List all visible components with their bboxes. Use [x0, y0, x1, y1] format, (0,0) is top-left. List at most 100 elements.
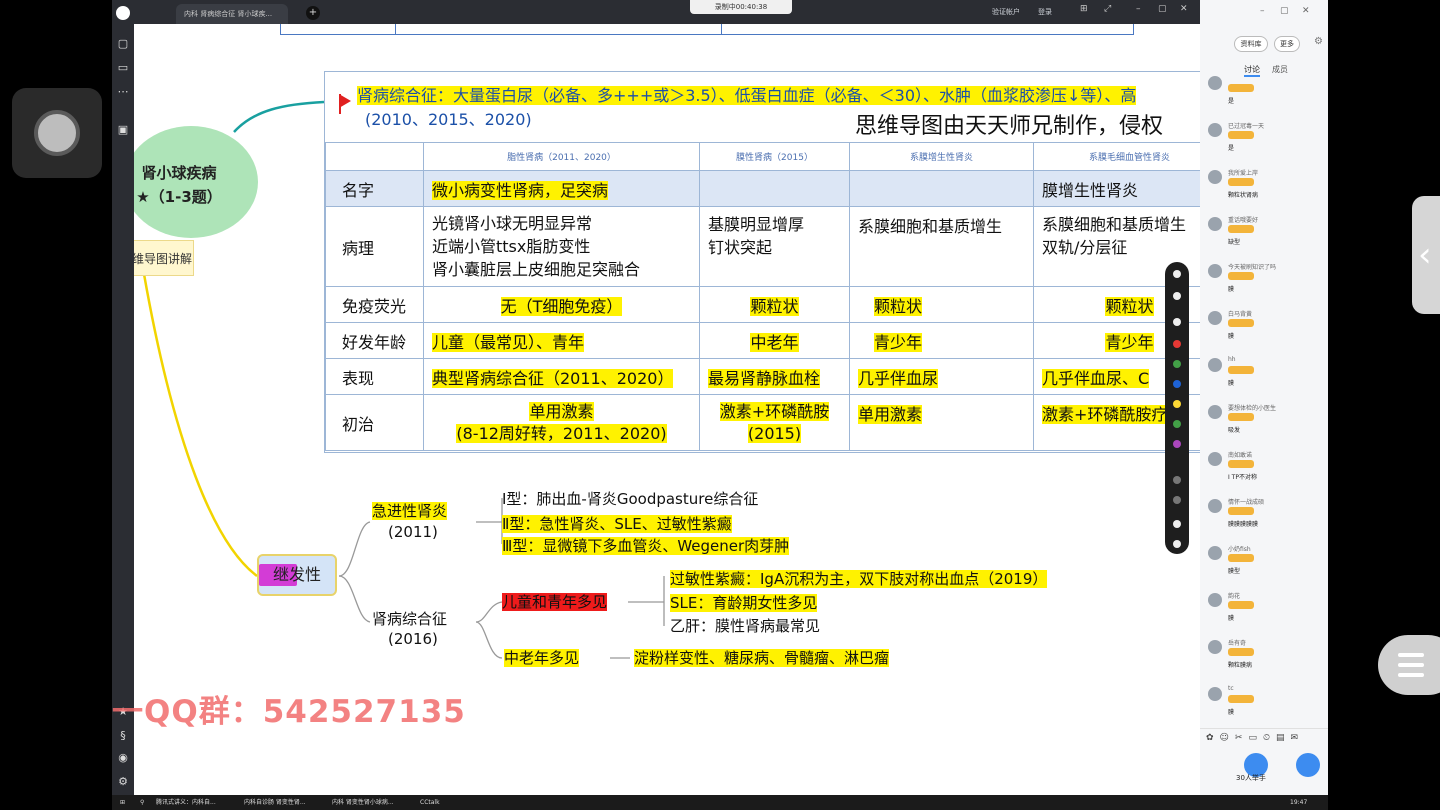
- mindmap-explain-node[interactable]: 维导图讲解: [134, 240, 194, 276]
- more-button[interactable]: 更多: [1274, 36, 1300, 52]
- table-cell: 基膜明显增厚 钉状突起: [699, 206, 850, 287]
- settings-icon[interactable]: ⚙: [117, 776, 129, 788]
- chat-panel: – ▢ ✕ 资料库 更多 ⚙ 讨论 成员 是已过冠毒一天是我所爱上岸 颗粒状肾病重…: [1200, 0, 1328, 795]
- floating-capture-button[interactable]: [12, 88, 102, 178]
- rpgn-label: 急进性肾炎: [372, 502, 448, 520]
- main-node-subtitle: ★（1-3题）: [136, 188, 222, 206]
- more-icon[interactable]: ⋯: [117, 86, 129, 98]
- credit-watermark: 思维导图由天天师兄制作，侵权: [855, 114, 1164, 139]
- minimize-icon[interactable]: –: [1136, 4, 1141, 14]
- avatar[interactable]: [1208, 217, 1222, 231]
- pen-blue-icon[interactable]: [1173, 380, 1181, 388]
- table-cell: 儿童（最常见）、青年: [423, 322, 700, 359]
- new-tab-button[interactable]: +: [306, 6, 320, 20]
- avatar[interactable]: [1208, 405, 1222, 419]
- table-row: 好发年龄 儿童（最常见）、青年 中老年 青少年 青少年: [325, 322, 1200, 359]
- secondary-node[interactable]: 继发性: [257, 554, 337, 596]
- avatar[interactable]: [1208, 593, 1222, 607]
- library-button[interactable]: 资料库: [1234, 36, 1268, 52]
- avatar[interactable]: [1208, 687, 1222, 701]
- taskbar-item[interactable]: 腾讯式讲义：内科自...: [156, 796, 238, 809]
- chat-text: 膜: [1228, 286, 1235, 293]
- start-icon[interactable]: ⊞: [120, 796, 130, 809]
- eraser-icon[interactable]: [1173, 476, 1181, 484]
- chat-username: 白马背黄: [1228, 311, 1253, 318]
- level-badge: [1228, 695, 1254, 703]
- chat-text: 膜膜膜膜膜: [1228, 521, 1259, 528]
- pen-yellow-icon[interactable]: [1173, 400, 1181, 408]
- level-badge: [1228, 178, 1254, 186]
- middle-aged-label: 中老年多见: [504, 649, 580, 667]
- avatar[interactable]: [1208, 123, 1222, 137]
- flag-icon: [339, 94, 351, 108]
- table-cell: 中老年: [699, 322, 850, 359]
- avatar[interactable]: [1208, 311, 1222, 325]
- table-cell: 几乎伴血尿: [849, 358, 1034, 395]
- collapse-icon[interactable]: [1173, 540, 1181, 548]
- chat-minimize-icon[interactable]: –: [1260, 6, 1265, 16]
- chat-maximize-icon[interactable]: ▢: [1280, 6, 1289, 16]
- chat-tools-icons[interactable]: ✿☺✂▭⏲▤✉: [1206, 733, 1304, 743]
- chat-settings-icon[interactable]: ⚙: [1314, 36, 1323, 47]
- table-cell: [699, 170, 850, 207]
- page-icon[interactable]: ▣: [117, 124, 129, 136]
- chat-message: 情怀一战成硕 膜膜膜膜膜: [1204, 497, 1324, 537]
- table-row: 免疫荧光 无（T细胞免疫） 颗粒状 颗粒状 颗粒状: [325, 286, 1200, 323]
- table-cell: [849, 170, 1034, 207]
- chat-username: hh: [1228, 356, 1236, 363]
- undo-icon[interactable]: [1173, 496, 1181, 504]
- children-youth-label: 儿童和青年多见: [502, 593, 608, 611]
- avatar[interactable]: [1208, 76, 1222, 90]
- pen-purple-icon[interactable]: [1173, 440, 1181, 448]
- table-row: 表现 典型肾病综合征（2011、2020） 最易肾静脉血栓 几乎伴血尿 几乎伴血…: [325, 358, 1200, 395]
- pointer-icon[interactable]: [1173, 270, 1181, 278]
- chat-text: I TP不对称: [1228, 474, 1257, 481]
- link-icon[interactable]: §: [117, 730, 129, 742]
- pen-green2-icon[interactable]: [1173, 420, 1181, 428]
- expand-icon[interactable]: ⤢: [1104, 4, 1111, 14]
- chat-username: 小奶fish: [1228, 546, 1251, 553]
- screen-icon[interactable]: ▭: [117, 62, 129, 74]
- chat-message: 我所爱上岸 颗粒状肾病: [1204, 168, 1324, 208]
- pen-red-icon[interactable]: [1173, 340, 1181, 348]
- avatar[interactable]: [1208, 452, 1222, 466]
- avatar[interactable]: [1208, 499, 1222, 513]
- login-link[interactable]: 登录: [1038, 0, 1052, 24]
- notification-icon[interactable]: ◉: [117, 752, 129, 764]
- chat-message-icon[interactable]: [1296, 753, 1320, 777]
- search-icon[interactable]: ⚲: [140, 796, 144, 809]
- file-icon[interactable]: ▢: [117, 38, 129, 50]
- level-badge: [1228, 84, 1254, 92]
- summary-line: 肾病综合征：大量蛋白尿（必备、多+++或＞3.5）、低蛋白血症（必备、＜30）、…: [357, 86, 1137, 105]
- avatar[interactable]: [1208, 170, 1222, 184]
- pen-green-icon[interactable]: [1173, 360, 1181, 368]
- level-badge: [1228, 460, 1254, 468]
- rpgn-year: (2011): [388, 523, 438, 541]
- taskbar-item[interactable]: 内科 肾变性肾小球病...: [332, 796, 414, 809]
- chat-text: 膜型: [1228, 568, 1241, 575]
- verify-account-link[interactable]: 验证帐户: [992, 0, 1020, 24]
- avatar[interactable]: [1208, 640, 1222, 654]
- clear-icon[interactable]: [1173, 520, 1181, 528]
- chat-close-icon[interactable]: ✕: [1302, 6, 1310, 16]
- pin-icon[interactable]: ⊞: [1080, 4, 1088, 14]
- avatar[interactable]: [1208, 546, 1222, 560]
- close-icon[interactable]: ✕: [1180, 4, 1188, 14]
- side-drawer-handle[interactable]: ‹: [1412, 196, 1440, 314]
- floating-menu-button[interactable]: [1378, 635, 1440, 695]
- chat-text: 是: [1228, 98, 1235, 105]
- taskbar-item[interactable]: CCtalk: [420, 796, 460, 809]
- chat-text: 膜: [1228, 615, 1235, 622]
- maximize-icon[interactable]: ▢: [1158, 4, 1167, 14]
- row-label: 表现: [325, 358, 424, 395]
- table-cell: 激素+环磷酰胺 (2015): [699, 394, 850, 451]
- avatar[interactable]: [1208, 358, 1222, 372]
- arrow-icon[interactable]: [1173, 292, 1181, 300]
- avatar[interactable]: [1208, 264, 1222, 278]
- level-badge: [1228, 648, 1254, 656]
- level-badge: [1228, 413, 1254, 421]
- zoom-icon[interactable]: [1173, 318, 1181, 326]
- annotation-toolbar[interactable]: [1165, 262, 1189, 554]
- taskbar-item[interactable]: 内科自诊肠 肾变性肾...: [244, 796, 326, 809]
- document-tab[interactable]: 内科 肾病综合征 肾小球疾...: [176, 4, 288, 24]
